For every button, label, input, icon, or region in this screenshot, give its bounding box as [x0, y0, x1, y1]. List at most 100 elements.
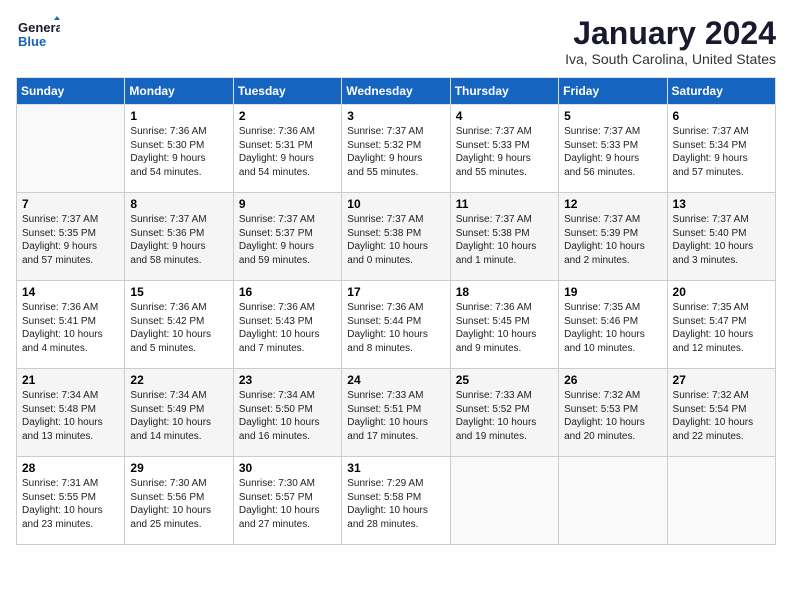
day-info: and 17 minutes. — [347, 430, 444, 444]
week-row-2: 7Sunrise: 7:37 AMSunset: 5:35 PMDaylight… — [17, 193, 776, 281]
day-cell: 12Sunrise: 7:37 AMSunset: 5:39 PMDayligh… — [559, 193, 667, 281]
day-info: Sunrise: 7:34 AM — [130, 389, 227, 403]
day-number: 19 — [564, 285, 661, 299]
day-number: 2 — [239, 109, 336, 123]
day-info: and 55 minutes. — [347, 166, 444, 180]
day-info: Sunset: 5:58 PM — [347, 491, 444, 505]
col-header-tuesday: Tuesday — [233, 78, 341, 105]
day-info: and 23 minutes. — [22, 518, 119, 532]
day-info: and 3 minutes. — [673, 254, 770, 268]
day-info: Sunset: 5:32 PM — [347, 139, 444, 153]
day-number: 14 — [22, 285, 119, 299]
day-info: Sunset: 5:51 PM — [347, 403, 444, 417]
day-info: Sunrise: 7:37 AM — [130, 213, 227, 227]
day-info: Daylight: 10 hours — [673, 240, 770, 254]
day-info: Sunset: 5:50 PM — [239, 403, 336, 417]
day-info: and 7 minutes. — [239, 342, 336, 356]
day-cell — [17, 105, 125, 193]
day-cell: 21Sunrise: 7:34 AMSunset: 5:48 PMDayligh… — [17, 369, 125, 457]
day-info: Sunset: 5:48 PM — [22, 403, 119, 417]
day-info: Sunrise: 7:37 AM — [673, 213, 770, 227]
day-info: Sunrise: 7:34 AM — [239, 389, 336, 403]
col-header-friday: Friday — [559, 78, 667, 105]
day-cell: 13Sunrise: 7:37 AMSunset: 5:40 PMDayligh… — [667, 193, 775, 281]
day-info: and 20 minutes. — [564, 430, 661, 444]
day-info: Sunset: 5:56 PM — [130, 491, 227, 505]
day-number: 30 — [239, 461, 336, 475]
day-info: Daylight: 10 hours — [130, 328, 227, 342]
day-info: Daylight: 10 hours — [22, 416, 119, 430]
day-cell: 3 Sunrise: 7:37 AMSunset: 5:32 PMDaylight… — [342, 105, 450, 193]
day-number: 4 — [456, 109, 553, 123]
day-info: Sunset: 5:49 PM — [130, 403, 227, 417]
day-info: Daylight: 9 hours — [347, 152, 444, 166]
day-info: Sunrise: 7:37 AM — [456, 213, 553, 227]
day-cell: 20Sunrise: 7:35 AMSunset: 5:47 PMDayligh… — [667, 281, 775, 369]
day-info: and 54 minutes. — [130, 166, 227, 180]
day-info: and 14 minutes. — [130, 430, 227, 444]
day-number: 24 — [347, 373, 444, 387]
logo-svg: General Blue — [16, 16, 60, 60]
day-cell: 24Sunrise: 7:33 AMSunset: 5:51 PMDayligh… — [342, 369, 450, 457]
day-info: Sunset: 5:34 PM — [673, 139, 770, 153]
day-number: 8 — [130, 197, 227, 211]
day-info: Sunrise: 7:37 AM — [22, 213, 119, 227]
day-info: Sunset: 5:33 PM — [456, 139, 553, 153]
day-cell: 28Sunrise: 7:31 AMSunset: 5:55 PMDayligh… — [17, 457, 125, 545]
day-cell: 23Sunrise: 7:34 AMSunset: 5:50 PMDayligh… — [233, 369, 341, 457]
day-number: 20 — [673, 285, 770, 299]
day-cell: 18Sunrise: 7:36 AMSunset: 5:45 PMDayligh… — [450, 281, 558, 369]
day-info: Daylight: 10 hours — [456, 328, 553, 342]
day-info: Sunset: 5:37 PM — [239, 227, 336, 241]
day-info: Sunrise: 7:36 AM — [456, 301, 553, 315]
day-cell: 17Sunrise: 7:36 AMSunset: 5:44 PMDayligh… — [342, 281, 450, 369]
day-info: and 19 minutes. — [456, 430, 553, 444]
day-number: 16 — [239, 285, 336, 299]
day-info: Sunset: 5:55 PM — [22, 491, 119, 505]
day-info: Daylight: 9 hours — [673, 152, 770, 166]
day-info: and 0 minutes. — [347, 254, 444, 268]
day-info: Sunrise: 7:36 AM — [130, 301, 227, 315]
day-cell: 5Sunrise: 7:37 AMSunset: 5:33 PMDaylight… — [559, 105, 667, 193]
day-number: 11 — [456, 197, 553, 211]
day-info: Sunrise: 7:37 AM — [347, 213, 444, 227]
week-row-1: 1Sunrise: 7:36 AMSunset: 5:30 PMDaylight… — [17, 105, 776, 193]
day-number: 3 — [347, 109, 444, 123]
day-cell — [667, 457, 775, 545]
day-info: Sunset: 5:35 PM — [22, 227, 119, 241]
day-number: 23 — [239, 373, 336, 387]
day-cell: 11Sunrise: 7:37 AMSunset: 5:38 PMDayligh… — [450, 193, 558, 281]
day-cell: 10Sunrise: 7:37 AMSunset: 5:38 PMDayligh… — [342, 193, 450, 281]
header-row: SundayMondayTuesdayWednesdayThursdayFrid… — [17, 78, 776, 105]
day-info: and 56 minutes. — [564, 166, 661, 180]
day-info: Sunset: 5:30 PM — [130, 139, 227, 153]
day-info: Daylight: 10 hours — [347, 504, 444, 518]
day-info: Sunset: 5:42 PM — [130, 315, 227, 329]
day-info: Sunrise: 7:37 AM — [347, 125, 444, 139]
day-info: Sunset: 5:31 PM — [239, 139, 336, 153]
day-number: 17 — [347, 285, 444, 299]
day-info: Sunset: 5:47 PM — [673, 315, 770, 329]
day-cell: 1Sunrise: 7:36 AMSunset: 5:30 PMDaylight… — [125, 105, 233, 193]
day-info: Daylight: 9 hours — [239, 240, 336, 254]
day-info: Sunrise: 7:29 AM — [347, 477, 444, 491]
day-cell — [559, 457, 667, 545]
title-area: January 2024 Iva, South Carolina, United… — [565, 16, 776, 67]
calendar-table: SundayMondayTuesdayWednesdayThursdayFrid… — [16, 77, 776, 545]
day-info: and 22 minutes. — [673, 430, 770, 444]
day-cell: 29Sunrise: 7:30 AMSunset: 5:56 PMDayligh… — [125, 457, 233, 545]
day-info: Daylight: 10 hours — [564, 328, 661, 342]
day-cell: 30Sunrise: 7:30 AMSunset: 5:57 PMDayligh… — [233, 457, 341, 545]
day-info: Daylight: 10 hours — [564, 416, 661, 430]
day-info: Sunset: 5:53 PM — [564, 403, 661, 417]
day-cell: 27Sunrise: 7:32 AMSunset: 5:54 PMDayligh… — [667, 369, 775, 457]
day-number: 21 — [22, 373, 119, 387]
day-cell: 31Sunrise: 7:29 AMSunset: 5:58 PMDayligh… — [342, 457, 450, 545]
day-cell: 15Sunrise: 7:36 AMSunset: 5:42 PMDayligh… — [125, 281, 233, 369]
day-info: Sunset: 5:41 PM — [22, 315, 119, 329]
day-info: and 8 minutes. — [347, 342, 444, 356]
day-info: Sunrise: 7:36 AM — [130, 125, 227, 139]
day-info: Sunrise: 7:31 AM — [22, 477, 119, 491]
day-info: Sunset: 5:45 PM — [456, 315, 553, 329]
day-number: 25 — [456, 373, 553, 387]
